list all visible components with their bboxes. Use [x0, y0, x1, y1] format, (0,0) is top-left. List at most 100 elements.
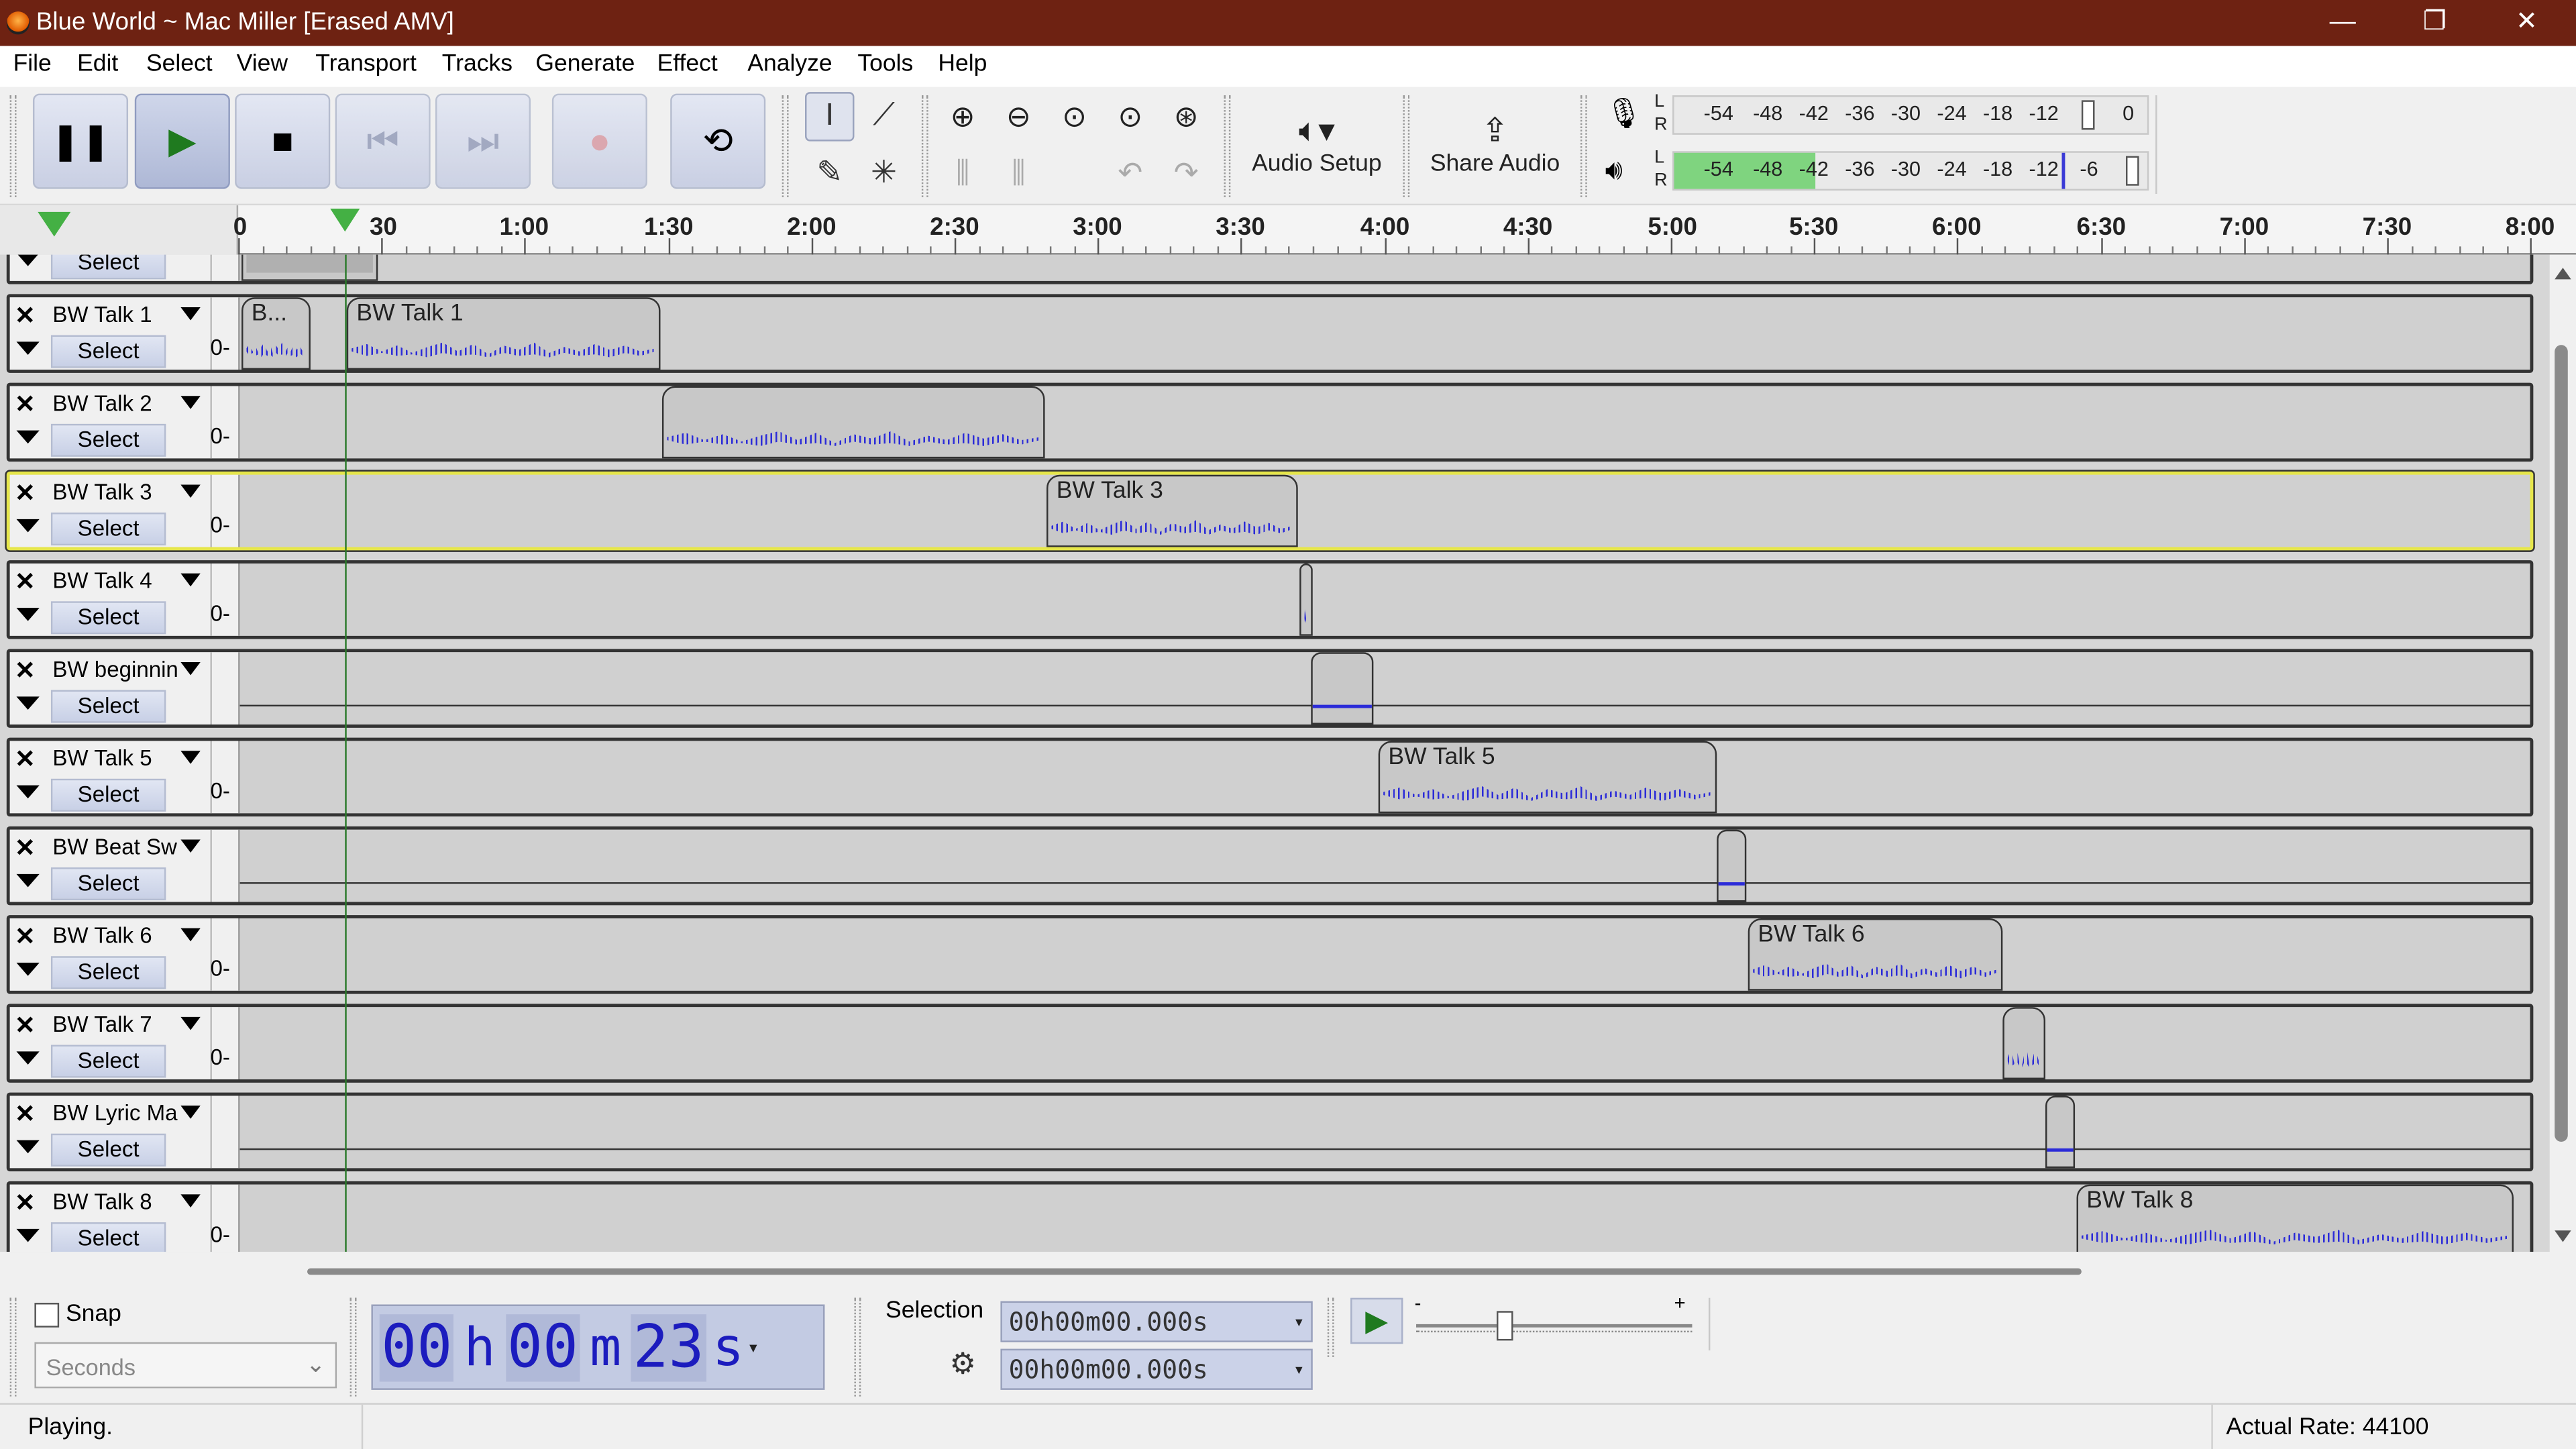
menu-edit[interactable]: Edit — [77, 51, 118, 77]
toolbar-grip[interactable] — [9, 95, 17, 197]
pause-button[interactable]: ❚❚ — [32, 93, 129, 189]
waveform-area[interactable]: BW Talk 5 — [239, 741, 2530, 814]
skip-start-button[interactable]: ⏮ — [335, 93, 431, 189]
track[interactable]: ✕ BW beginnin Select — [6, 649, 2534, 728]
multi-tool[interactable]: ✳ — [859, 148, 908, 197]
fit-selection-button[interactable]: ⊙ — [1050, 92, 1099, 141]
waveform-area[interactable]: B... BW Talk 1 — [239, 297, 2530, 370]
collapse-track-icon[interactable] — [16, 254, 40, 266]
toolbar-grip[interactable] — [1403, 95, 1410, 197]
close-track-icon[interactable]: ✕ — [15, 922, 36, 951]
clip[interactable]: BW Talk 8 — [2076, 1184, 2514, 1252]
track-menu-icon[interactable] — [180, 573, 201, 587]
track-menu-icon[interactable] — [180, 928, 201, 942]
close-track-icon[interactable]: ✕ — [15, 1099, 36, 1129]
collapse-track-icon[interactable] — [16, 608, 40, 621]
waveform-area[interactable] — [239, 652, 2530, 725]
track-menu-icon[interactable] — [180, 661, 201, 676]
time-format-dropdown-icon[interactable]: ▾ — [747, 1336, 759, 1358]
stop-button[interactable]: ■ — [235, 93, 331, 189]
collapse-track-icon[interactable] — [16, 430, 40, 444]
playback-meter[interactable]: -54 -48 -42 -36 -30 -24 -18 -12 -6 — [1672, 151, 2149, 191]
collapse-track-icon[interactable] — [16, 1051, 40, 1065]
waveform-area[interactable]: BW Talk 8 — [239, 1184, 2530, 1252]
waveform-area[interactable] — [239, 1007, 2530, 1079]
time-display[interactable]: 00 h 00 m 23 s ▾ — [371, 1304, 825, 1390]
waveform-area[interactable] — [239, 386, 2530, 459]
track[interactable]: ✕ BW Talk 2 Select 0- — [6, 382, 2534, 462]
menu-select[interactable]: Select — [146, 51, 213, 77]
menu-tracks[interactable]: Tracks — [442, 51, 513, 77]
silence-button[interactable]: ⫼ — [994, 148, 1043, 197]
redo-button[interactable]: ↷ — [1161, 148, 1210, 197]
menu-transport[interactable]: Transport — [315, 51, 417, 77]
scroll-down-icon[interactable] — [2555, 1230, 2571, 1242]
toolbar-grip[interactable] — [1580, 95, 1587, 197]
clip[interactable]: BW Talk 1 — [346, 297, 661, 370]
speed-slider-track[interactable] — [1416, 1324, 1693, 1328]
menu-help[interactable]: Help — [938, 51, 987, 77]
track-select-button[interactable]: Select — [50, 335, 166, 368]
collapse-track-icon[interactable] — [16, 341, 40, 355]
clip[interactable] — [1311, 652, 1374, 725]
track-area[interactable]: Select ✕ BW Talk 1 Select 0- B... BW Tal… — [0, 254, 2550, 1252]
track-select-button[interactable]: Select — [50, 254, 166, 280]
track-name[interactable]: BW Talk 7 — [52, 1012, 197, 1037]
track[interactable]: ✕ BW Talk 3 Select 0- BW Talk 3 — [6, 471, 2534, 551]
microphone-icon[interactable]: 🎙︎ — [1605, 97, 1643, 131]
track[interactable]: ✕ BW Talk 1 Select 0- B... BW Talk 1 — [6, 294, 2534, 373]
track[interactable]: ✕ BW Lyric Ma Select — [6, 1092, 2534, 1172]
track[interactable]: ✕ BW Beat Sw Select — [6, 826, 2534, 906]
collapse-track-icon[interactable] — [16, 519, 40, 533]
track-name[interactable]: BW Talk 3 — [52, 480, 197, 504]
chevron-down-icon[interactable]: ▾ — [1293, 1358, 1304, 1380]
track[interactable]: ✕ BW Talk 5 Select 0- BW Talk 5 — [6, 737, 2534, 817]
track-name[interactable]: BW Talk 6 — [52, 923, 197, 948]
close-window-button[interactable]: ✕ — [2481, 0, 2573, 46]
track-name[interactable]: BW Lyric Ma — [52, 1101, 197, 1126]
collapse-track-icon[interactable] — [16, 873, 40, 888]
audio-setup-button[interactable]: 🔈︎▾ Audio Setup — [1240, 94, 1393, 193]
collapse-track-icon[interactable] — [16, 1228, 40, 1242]
toolbar-grip[interactable] — [854, 1297, 861, 1397]
track-select-button[interactable]: Select — [50, 513, 166, 546]
track[interactable]: ✕ BW Talk 4 Select 0- — [6, 560, 2534, 639]
clip[interactable] — [2002, 1007, 2046, 1079]
waveform-area[interactable] — [239, 564, 2530, 636]
vertical-scroll-thumb[interactable] — [2555, 345, 2568, 1142]
close-track-icon[interactable]: ✕ — [15, 655, 36, 686]
gear-icon[interactable]: ⚙ — [950, 1347, 977, 1381]
record-level-slider[interactable] — [2081, 100, 2095, 130]
close-track-icon[interactable]: ✕ — [15, 301, 36, 331]
share-audio-button[interactable]: ⇪ Share Audio — [1419, 94, 1570, 193]
menu-file[interactable]: File — [13, 51, 52, 77]
track-menu-icon[interactable] — [180, 1016, 201, 1030]
track-menu-icon[interactable] — [180, 751, 201, 764]
collapse-track-icon[interactable] — [16, 1140, 40, 1154]
timeline-ruler[interactable]: 0 30 1:00 1:30 2:00 2:30 3:00 3:30 4:00 … — [0, 205, 2576, 255]
chevron-down-icon[interactable]: ▾ — [1293, 1311, 1304, 1332]
scroll-up-icon[interactable] — [2555, 268, 2571, 280]
track[interactable]: ✕ BW Talk 8 Select 0- BW Talk 8 — [6, 1181, 2534, 1252]
track-select-button[interactable]: Select — [50, 690, 166, 723]
envelope-tool[interactable]: ⟋ — [859, 92, 908, 141]
waveform-area[interactable] — [239, 254, 2530, 281]
loop-button[interactable]: ⟲ — [670, 93, 766, 189]
track[interactable]: Select — [6, 254, 2534, 284]
waveform-area[interactable]: BW Talk 3 — [239, 474, 2530, 547]
zoom-toggle-button[interactable]: ⊛ — [1161, 92, 1210, 141]
undo-button[interactable]: ↶ — [1106, 148, 1155, 197]
snap-unit-select[interactable]: Seconds ⌄ — [34, 1342, 337, 1389]
close-track-icon[interactable]: ✕ — [15, 1010, 36, 1040]
fit-project-button[interactable]: ⊙ — [1106, 92, 1155, 141]
record-button[interactable]: ● — [551, 93, 647, 189]
waveform-area[interactable] — [239, 829, 2530, 902]
close-track-icon[interactable]: ✕ — [15, 389, 36, 419]
clip[interactable] — [241, 254, 378, 281]
clip[interactable] — [1717, 829, 1747, 902]
track-menu-icon[interactable] — [180, 1194, 201, 1208]
track-name[interactable]: BW Talk 4 — [52, 568, 197, 593]
waveform-area[interactable] — [239, 1095, 2530, 1169]
clip[interactable]: BW Talk 5 — [1378, 741, 1717, 814]
clip[interactable]: B... — [241, 297, 311, 370]
